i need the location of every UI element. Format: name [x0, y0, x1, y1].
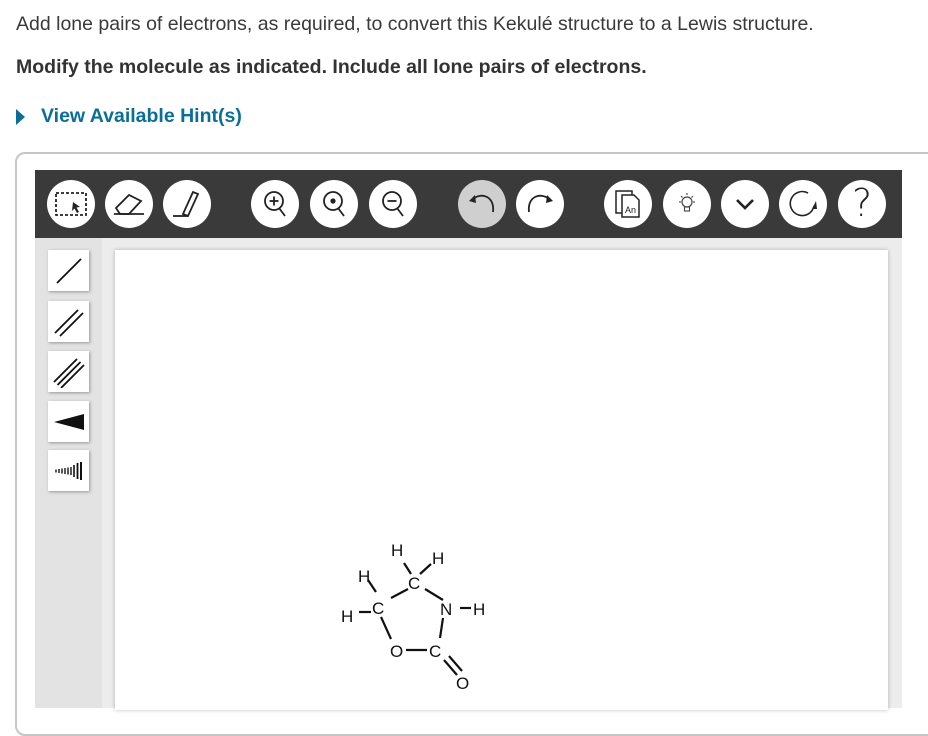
atom-C[interactable]: C — [429, 642, 441, 661]
more-options-button[interactable] — [721, 180, 769, 228]
atom-C[interactable]: C — [372, 599, 384, 618]
instruction-text: Add lone pairs of electrons, as required… — [16, 13, 814, 35]
undo-button[interactable] — [458, 180, 506, 228]
help-button[interactable]: ? — [838, 180, 886, 228]
hash-bond-icon — [54, 461, 82, 480]
single-bond-button[interactable] — [48, 250, 89, 291]
atom-C[interactable]: C — [408, 574, 420, 593]
templates-icon-text: An — [625, 205, 636, 215]
toolbar: An ? — [35, 170, 902, 238]
view-hints-toggle[interactable]: View Available Hint(s) — [16, 105, 242, 128]
task-text: Modify the molecule as indicated. Includ… — [16, 56, 647, 78]
reset-button[interactable] — [779, 180, 827, 228]
atom-H[interactable]: H — [358, 567, 370, 586]
lightbulb-icon — [679, 193, 695, 212]
triple-bond-button[interactable] — [48, 351, 89, 392]
zoom-out-icon — [382, 191, 404, 217]
zoom-in-button[interactable] — [251, 180, 299, 228]
double-bond-button[interactable] — [48, 301, 89, 342]
hash-bond-button[interactable] — [48, 450, 89, 491]
zoom-fit-button[interactable] — [310, 180, 358, 228]
triple-bond-icon — [52, 357, 85, 388]
wedge-bond-button[interactable] — [48, 401, 89, 442]
redo-icon — [528, 194, 553, 213]
marquee-select-button[interactable] — [47, 180, 95, 228]
help-icon-text: ? — [852, 184, 872, 224]
templates-button[interactable]: An — [604, 180, 652, 228]
eraser-icon — [114, 193, 144, 215]
wedge-bond-icon — [53, 413, 84, 430]
pen-icon — [173, 190, 200, 218]
redo-button[interactable] — [516, 180, 564, 228]
marquee-select-icon — [55, 192, 87, 216]
atom-H[interactable]: H — [341, 607, 353, 626]
double-bond-icon — [53, 308, 84, 337]
zoom-out-button[interactable] — [369, 180, 417, 228]
templates-icon: An — [615, 190, 640, 218]
atom-H[interactable]: H — [391, 541, 403, 560]
pen-button[interactable] — [163, 180, 211, 228]
view-hints-label: View Available Hint(s) — [41, 105, 242, 127]
zoom-in-icon — [264, 191, 286, 217]
lightbulb-button[interactable] — [663, 180, 711, 228]
eraser-button[interactable] — [105, 180, 153, 228]
bond-tools-sidebar — [35, 238, 103, 708]
caret-right-icon — [16, 108, 25, 125]
atom-H[interactable]: H — [432, 549, 444, 568]
reset-icon — [789, 190, 817, 217]
atom-O[interactable]: O — [456, 674, 469, 693]
atom-O[interactable]: O — [390, 642, 403, 661]
help-icon: ? — [852, 184, 872, 224]
drawing-canvas[interactable]: H H H C H C N H O C O — [115, 250, 888, 710]
atom-N[interactable]: N — [440, 600, 452, 619]
chevron-down-icon — [736, 199, 754, 210]
atom-H[interactable]: H — [473, 600, 485, 619]
molecule-structure: H H H C H C N H O C O — [341, 541, 485, 693]
single-bond-icon — [55, 257, 82, 284]
undo-icon — [469, 194, 494, 213]
zoom-fit-icon — [323, 191, 345, 217]
